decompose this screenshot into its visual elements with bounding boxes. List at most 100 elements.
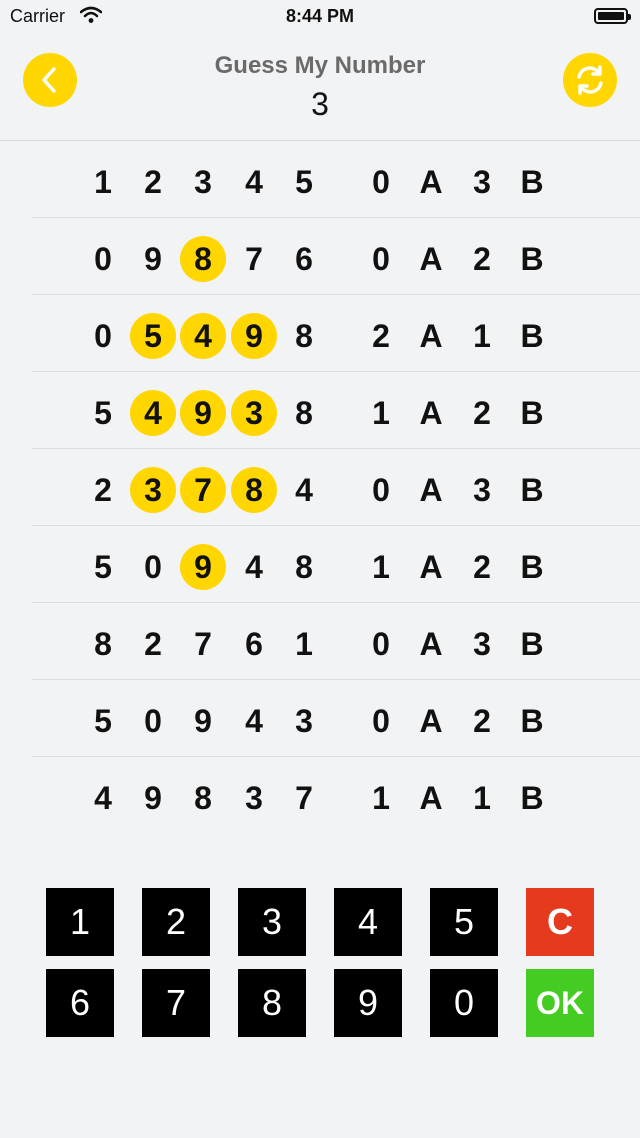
guess-digit: 1	[295, 626, 313, 662]
guess-digit-highlighted: 3	[231, 390, 277, 436]
key-2[interactable]: 2	[142, 888, 210, 956]
result-b-label: B	[520, 780, 544, 816]
guess-digit: 9	[144, 780, 162, 816]
key-6[interactable]: 6	[46, 969, 114, 1037]
guess-digit: 0	[94, 318, 112, 354]
ok-button[interactable]: OK	[526, 969, 594, 1037]
status-bar: Carrier 8:44 PM	[0, 0, 640, 34]
guess-digit-highlighted: 4	[180, 313, 226, 359]
guess-digit: 4	[245, 703, 263, 739]
guess-digit: 5	[295, 164, 313, 200]
key-8[interactable]: 8	[238, 969, 306, 1037]
guess-row: 509430A2B	[0, 680, 640, 757]
key-0[interactable]: 0	[430, 969, 498, 1037]
guess-digit: 5	[94, 703, 112, 739]
result-b-count: 3	[473, 472, 491, 508]
result-a-label: A	[419, 395, 443, 431]
result-a-label: A	[419, 164, 443, 200]
result-a-label: A	[419, 472, 443, 508]
guess-digit: 4	[245, 164, 263, 200]
result-a-count: 0	[372, 164, 390, 200]
guess-digit: 3	[194, 164, 212, 200]
guess-digit: 2	[144, 626, 162, 662]
guess-digit: 0	[144, 703, 162, 739]
guess-digit-highlighted: 7	[180, 467, 226, 513]
guess-digit-highlighted: 8	[231, 467, 277, 513]
guess-digit: 5	[94, 549, 112, 585]
result-b-count: 3	[473, 164, 491, 200]
guess-count: 3	[311, 86, 329, 122]
result-a-label: A	[419, 703, 443, 739]
battery-icon	[594, 8, 631, 24]
key-7[interactable]: 7	[142, 969, 210, 1037]
guess-digit: 0	[94, 241, 112, 277]
guess-digit: 7	[295, 780, 313, 816]
guess-row: 54938 1A2B	[0, 372, 640, 449]
guess-history-list: 123450A3B098760A2B054982A1B549381A2B2378…	[0, 141, 640, 834]
result-a-label: A	[419, 318, 443, 354]
key-4[interactable]: 4	[334, 888, 402, 956]
guess-digit-highlighted: 9	[231, 313, 277, 359]
guess-row: 123450A3B	[0, 141, 640, 218]
result-a-label: A	[419, 780, 443, 816]
guess-digit: 8	[295, 549, 313, 585]
guess-row: 50948 1A2B	[0, 526, 640, 603]
result-b-label: B	[520, 241, 544, 277]
guess-digit-highlighted: 5	[130, 313, 176, 359]
guess-digit: 8	[194, 780, 212, 816]
result-b-label: B	[520, 703, 544, 739]
result-b-count: 2	[473, 241, 491, 277]
key-9[interactable]: 9	[334, 969, 402, 1037]
result-b-label: B	[520, 318, 544, 354]
status-time: 8:44 PM	[285, 6, 355, 26]
guess-digit-highlighted: 4	[130, 390, 176, 436]
result-a-count: 1	[372, 780, 390, 816]
guess-digit-highlighted: 3	[130, 467, 176, 513]
guess-digit: 4	[295, 472, 313, 508]
result-a-count: 0	[372, 703, 390, 739]
result-b-count: 3	[473, 626, 491, 662]
result-a-count: 0	[372, 472, 390, 508]
refresh-icon	[577, 65, 603, 95]
result-b-label: B	[520, 472, 544, 508]
result-a-count: 1	[372, 395, 390, 431]
guess-row: 498371A1B	[0, 757, 640, 834]
key-1[interactable]: 1	[46, 888, 114, 956]
guess-digit: 8	[295, 318, 313, 354]
guess-digit-highlighted: 9	[180, 544, 226, 590]
guess-digit: 7	[194, 626, 212, 662]
clear-button[interactable]: C	[526, 888, 594, 956]
result-a-label: A	[419, 549, 443, 585]
result-b-label: B	[520, 164, 544, 200]
key-5[interactable]: 5	[430, 888, 498, 956]
result-b-count: 1	[473, 780, 491, 816]
guess-digit: 8	[94, 626, 112, 662]
result-a-count: 0	[372, 241, 390, 277]
guess-digit: 8	[295, 395, 313, 431]
result-b-count: 2	[473, 549, 491, 585]
guess-digit: 4	[94, 780, 112, 816]
key-3[interactable]: 3	[238, 888, 306, 956]
guess-digit-highlighted: 9	[180, 390, 226, 436]
guess-digit: 3	[295, 703, 313, 739]
refresh-button[interactable]	[563, 53, 617, 107]
guess-digit: 1	[94, 164, 112, 200]
result-b-count: 2	[473, 703, 491, 739]
guess-row: 82761 0A3B	[0, 603, 640, 680]
guess-row: 05498 2A1B	[0, 295, 640, 372]
guess-digit: 7	[245, 241, 263, 277]
result-b-label: B	[520, 626, 544, 662]
guess-digit: 9	[194, 703, 212, 739]
guess-digit: 6	[245, 626, 263, 662]
result-a-count: 0	[372, 626, 390, 662]
guess-digit-highlighted: 8	[180, 236, 226, 282]
guess-digit: 2	[94, 472, 112, 508]
header: Guess My Number 3	[0, 34, 640, 141]
result-b-label: B	[520, 549, 544, 585]
result-b-count: 2	[473, 395, 491, 431]
guess-digit: 9	[144, 241, 162, 277]
result-b-count: 1	[473, 318, 491, 354]
guess-row: 098760A2B	[0, 218, 640, 295]
page-title: Guess My Number	[214, 52, 426, 79]
guess-digit: 3	[245, 780, 263, 816]
